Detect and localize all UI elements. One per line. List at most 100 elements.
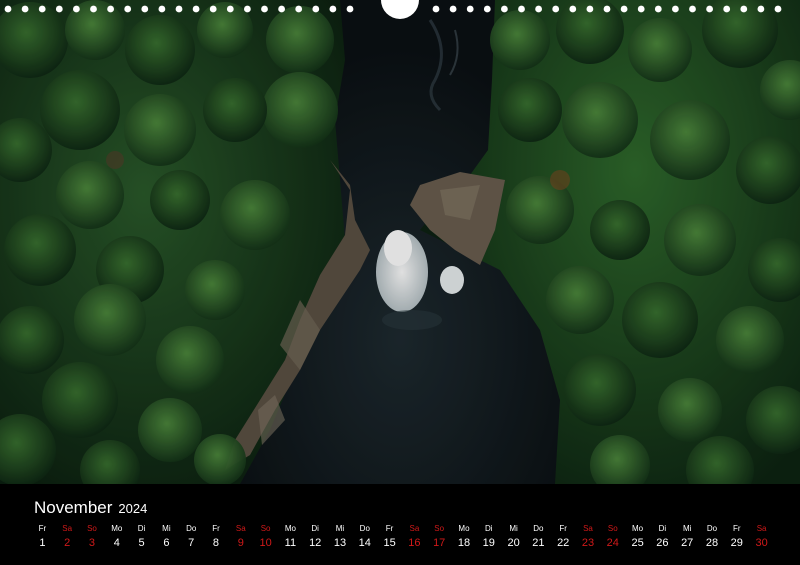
weekday-label: Do: [359, 524, 370, 533]
binding-hole: [620, 5, 628, 13]
day-number: 17: [433, 537, 446, 549]
year: 2024: [118, 501, 148, 516]
day-cell: Mo 18: [452, 524, 477, 554]
binding-hole: [329, 5, 337, 13]
day-number: 13: [333, 537, 347, 549]
day-number: 9: [237, 537, 244, 549]
binding-hole: [73, 5, 80, 13]
binding-hole: [55, 5, 63, 13]
day-number: 20: [507, 537, 520, 549]
day-cell: Do 28: [700, 524, 725, 554]
day-number: 19: [482, 537, 495, 549]
weekday-label: So: [260, 524, 271, 533]
weekday-label: Mo: [632, 524, 644, 533]
binding-hole: [552, 5, 560, 13]
binding-hole: [107, 5, 114, 13]
binding-hole: [278, 5, 285, 13]
weekday-label: Mo: [458, 524, 470, 533]
day-number: 14: [358, 537, 371, 549]
day-cell: Di 12: [303, 524, 328, 554]
binding-hole: [483, 5, 491, 13]
day-cell: So 3: [80, 524, 105, 554]
weekday-label: So: [607, 524, 618, 533]
weekday-label: Sa: [235, 524, 246, 533]
day-cell: Fr 22: [551, 524, 576, 554]
day-cell: Sa 2: [55, 524, 80, 554]
day-number: 18: [457, 537, 471, 549]
day-cell: So 17: [427, 524, 452, 554]
day-cell: Mo 4: [104, 524, 129, 554]
day-number: 1: [39, 537, 46, 549]
day-cell: So 24: [600, 524, 625, 554]
day-number: 3: [88, 537, 96, 549]
weekday-label: Di: [137, 524, 146, 533]
weekday-label: So: [87, 524, 97, 533]
binding-hole: [295, 5, 303, 13]
day-number: 5: [138, 537, 145, 549]
weekday-label: Sa: [756, 524, 767, 533]
weekday-label: Fr: [38, 524, 47, 533]
binding-hole: [432, 5, 440, 13]
weekday-label: Sa: [62, 524, 73, 533]
day-cell: Mo 11: [278, 524, 303, 554]
weekday-label: Fr: [212, 524, 220, 533]
day-cell: Sa 9: [228, 524, 253, 554]
weekday-label: Mo: [284, 524, 296, 533]
day-cell: Mi 20: [501, 524, 526, 554]
day-number: 28: [705, 537, 719, 549]
binding-hole: [449, 5, 457, 13]
day-number: 29: [730, 537, 743, 549]
weekday-label: Do: [533, 524, 544, 533]
day-number: 30: [755, 537, 768, 549]
day-cell: Fr 1: [30, 524, 55, 554]
weekday-label: Di: [658, 524, 667, 533]
binding-hole: [21, 5, 29, 13]
binding-hole: [535, 5, 542, 13]
weekday-label: Mo: [111, 524, 123, 533]
day-number: 11: [284, 537, 297, 549]
binding-hole: [586, 5, 594, 13]
day-cell: Mi 27: [675, 524, 700, 554]
day-cell: Mo 25: [625, 524, 650, 554]
day-cell: Di 5: [129, 524, 154, 554]
calendar-strip: November 2024 Fr 1 Sa 2 So 3 Mo 4 Di 5 Mi 6 Do 7 Fr 8 Sa 9…: [0, 484, 800, 565]
day-number: 21: [532, 537, 545, 549]
weekday-label: Mi: [509, 524, 518, 533]
day-cell: Sa 30: [749, 524, 774, 554]
binding-hole: [774, 5, 782, 13]
binding-hole: [603, 5, 611, 13]
weekday-label: Fr: [559, 524, 567, 533]
day-number: 6: [163, 537, 170, 549]
binding-hole: [312, 5, 320, 13]
binding-hole: [672, 5, 679, 13]
day-cell: Di 19: [476, 524, 501, 554]
weekday-label: Fr: [385, 524, 394, 533]
day-cell: Fr 29: [724, 524, 749, 554]
binding-hole: [192, 5, 200, 13]
day-number: 25: [631, 537, 644, 549]
weekday-label: Fr: [733, 524, 741, 533]
binding-hole: [346, 5, 354, 13]
binding-hole: [501, 5, 508, 13]
day-number: 7: [188, 537, 195, 549]
day-cell: Do 14: [352, 524, 377, 554]
day-number: 16: [408, 537, 421, 549]
day-number: 24: [606, 537, 619, 549]
binding-hole: [4, 5, 12, 13]
calendar-page: November 2024 Fr 1 Sa 2 So 3 Mo 4 Di 5 Mi 6 Do 7 Fr 8 Sa 9…: [0, 0, 800, 565]
weekday-label: So: [434, 524, 445, 533]
day-number: 15: [383, 537, 396, 549]
weekday-label: Do: [186, 524, 197, 533]
binding-hole: [740, 5, 748, 13]
binding-hole: [466, 5, 474, 13]
day-number: 26: [656, 537, 669, 549]
binding-hole: [261, 5, 268, 13]
day-cell: Fr 8: [204, 524, 229, 554]
day-cell: Sa 16: [402, 524, 427, 554]
binding-hole: [90, 5, 97, 13]
day-number: 23: [581, 537, 595, 549]
binding-hole: [124, 5, 132, 13]
day-number: 8: [212, 537, 220, 549]
day-number: 22: [557, 537, 570, 549]
aerial-forest-waterfall-photo: [0, 0, 800, 484]
